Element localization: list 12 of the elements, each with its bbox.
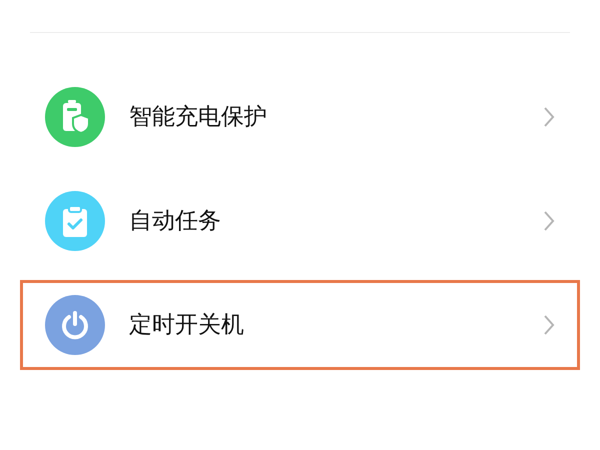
chevron-right-icon bbox=[543, 314, 555, 336]
item-label: 定时开关机 bbox=[129, 310, 244, 340]
chevron-right-icon bbox=[543, 106, 555, 128]
item-label: 智能充电保护 bbox=[129, 102, 267, 132]
settings-item[interactable]: 自动任务 bbox=[20, 176, 580, 266]
item-label: 自动任务 bbox=[129, 206, 221, 236]
chevron-right-icon bbox=[543, 210, 555, 232]
power-icon bbox=[60, 310, 90, 340]
settings-item[interactable]: 智能充电保护 bbox=[20, 72, 580, 162]
clipboard-check-icon bbox=[62, 205, 88, 237]
settings-item[interactable]: 定时开关机 bbox=[20, 280, 580, 370]
battery-shield-icon bbox=[60, 100, 90, 134]
